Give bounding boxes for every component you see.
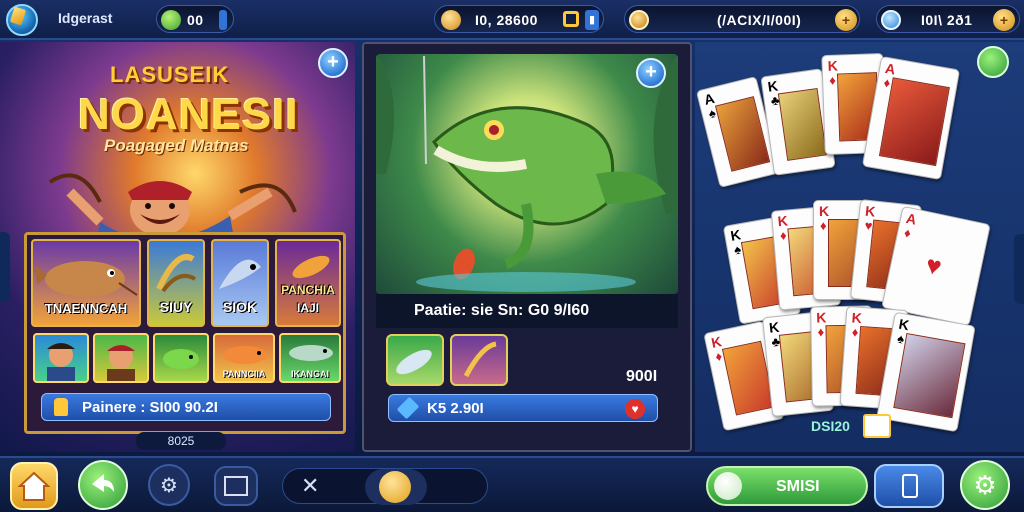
silver-fish-icon — [219, 259, 261, 289]
gems-pill[interactable]: I0I\ 2ð1 + — [876, 5, 1020, 33]
lure-icon — [292, 255, 330, 279]
left-scroll-handle[interactable] — [0, 232, 10, 302]
ticket-icon — [563, 11, 579, 27]
starfish-icon — [379, 471, 411, 503]
mini-tile-3[interactable] — [153, 333, 209, 383]
counter-value: 00 — [187, 12, 204, 28]
home-icon — [17, 471, 51, 501]
mini-tile-label: IKANGAI — [291, 369, 329, 379]
mid-info-bar[interactable]: K5 2.90I ♥ — [388, 394, 658, 422]
gear-icon: ⚙ — [973, 470, 997, 500]
pirate-avatar-icon — [107, 345, 135, 381]
game-tile-slot[interactable]: SIUY — [147, 239, 205, 327]
add-favorite-button[interactable]: + — [636, 58, 666, 88]
gems-value: I0I\ 2ð1 — [921, 12, 973, 28]
prize-info-bar[interactable]: Painere : SI00 90.2I — [41, 393, 331, 421]
mini-tile-label: PANNCIIA — [222, 369, 266, 379]
settings-button[interactable]: ⚙ — [148, 464, 190, 506]
back-button[interactable] — [78, 460, 128, 510]
game-tile-panchia[interactable]: PANCHIA IAJI — [275, 239, 341, 327]
starfish-slot[interactable] — [365, 469, 427, 505]
add-favorite-button[interactable]: + — [318, 48, 348, 78]
tile-label-secondary: IAJI — [296, 301, 319, 315]
mini-tile-2[interactable] — [93, 333, 149, 383]
mid-info-text: K5 2.90I — [427, 400, 484, 417]
fish-caption-bar: Paatie: sie Sn: G0 9/I60 — [376, 294, 678, 328]
tile-label: SIUY — [159, 299, 193, 315]
mini-tile-4[interactable]: PANNCIIA — [213, 333, 275, 383]
score-value: I0, 28600 — [475, 12, 538, 28]
catfish-icon — [35, 261, 138, 297]
gold-coin-icon — [629, 10, 649, 30]
score-info-icon: ▮ — [585, 10, 599, 30]
game-tile-catfish[interactable]: TNAENNCAH — [31, 239, 141, 327]
tool-tray: ✕ — [282, 468, 488, 505]
counter-pill[interactable]: 00 — [156, 5, 234, 33]
playing-card: K ♠ — [876, 311, 976, 433]
silver-lure-icon — [396, 349, 432, 375]
score-pill[interactable]: I0, 28600 ▮ — [434, 5, 604, 33]
trophy-icon — [54, 398, 68, 416]
prize-info-text: Painere : SI00 90.2I — [82, 399, 218, 416]
toggle-knob-icon — [714, 472, 742, 500]
fishing-game-panel[interactable]: + Paatie: sie Sn: G0 9/I60 900I K5 2.90I… — [362, 42, 692, 452]
card-deck-icon[interactable] — [863, 414, 891, 438]
share-button[interactable] — [977, 46, 1009, 78]
game-tile-sick[interactable]: SIOK — [211, 239, 269, 327]
home-button[interactable] — [10, 462, 58, 510]
tile-label: PANCHIA — [281, 283, 335, 297]
treasure-icon — [441, 10, 461, 30]
add-coins-button[interactable]: + — [835, 9, 857, 31]
cards-badge: DSI20 — [811, 418, 850, 434]
coins-value: (/ACIX/I/00I) — [717, 12, 802, 28]
mini-tile-5[interactable]: IKANGAI — [279, 333, 341, 383]
arrow-back-icon — [92, 474, 114, 492]
bottom-bar: ⚙ ✕ SMISI ⚙ — [0, 456, 1024, 512]
hook-icon — [463, 341, 497, 378]
item-slot-lure[interactable] — [386, 334, 444, 386]
tile-label: SIOK — [222, 299, 258, 315]
pike-fish-icon — [289, 345, 333, 361]
heart-icon: ♥ — [625, 399, 645, 419]
game-title-top: LASUSEIK — [110, 62, 230, 87]
counter-bar-icon — [219, 10, 227, 30]
tile-label: TNAENNCAH — [44, 301, 128, 316]
phone-icon — [902, 474, 918, 498]
orange-fish-icon — [223, 346, 267, 364]
fullscreen-button[interactable] — [214, 466, 258, 506]
add-gems-button[interactable]: + — [993, 9, 1015, 31]
item-slot-hook[interactable] — [450, 334, 508, 386]
right-scroll-handle[interactable] — [1014, 234, 1024, 304]
fish-artwork — [376, 54, 678, 294]
card-game-panel[interactable]: A ♠ K ♣ K ♦ A ♦ K ♠ K ♦ K ♦ K ♥ A ♦ ♥ K ♦ K ♣ K ♦ K ♦ … — [695, 42, 1024, 452]
device-button[interactable] — [874, 464, 944, 508]
mini-tile-1[interactable] — [33, 333, 89, 383]
expand-icon — [224, 476, 248, 496]
green-fish-icon — [163, 349, 199, 369]
blue-gem-icon — [396, 396, 420, 420]
gear-icon: ⚙ — [160, 475, 178, 497]
brand-name: Idgerast — [58, 10, 113, 26]
mid-value: 900I — [626, 368, 658, 385]
game-title-main: NOANESII — [78, 90, 299, 139]
featured-game-panel[interactable]: + LASUSEIK NOANESII Poagaged Matnas TNAE… — [0, 42, 355, 452]
pike-fish-illustration — [376, 54, 678, 292]
fisherman-avatar-icon — [47, 343, 75, 381]
snowflake-gem-icon — [881, 10, 901, 30]
fish-hook-icon — [156, 254, 197, 293]
tools-icon[interactable]: ✕ — [301, 473, 319, 499]
game-screen: Idgerast 00 I0, 28600 ▮ (/ACIX/I/00I) + … — [0, 0, 1024, 512]
coins-pill[interactable]: (/ACIX/I/00I) + — [624, 5, 860, 33]
clover-coin-icon — [161, 10, 181, 30]
game-tiles-grid: TNAENNCAH SIUY SIOK PANCHIA IAJI PANNCII… — [24, 232, 346, 434]
play-pill-button[interactable]: SMISI — [706, 466, 868, 506]
play-pill-label: SMISI — [776, 478, 820, 495]
panel-footer-counter: 8025 — [136, 432, 226, 450]
fish-caption: Paatie: sie Sn: G0 9/I60 — [414, 302, 590, 319]
options-button[interactable]: ⚙ — [960, 460, 1010, 510]
top-bar: Idgerast 00 I0, 28600 ▮ (/ACIX/I/00I) + … — [0, 0, 1024, 40]
